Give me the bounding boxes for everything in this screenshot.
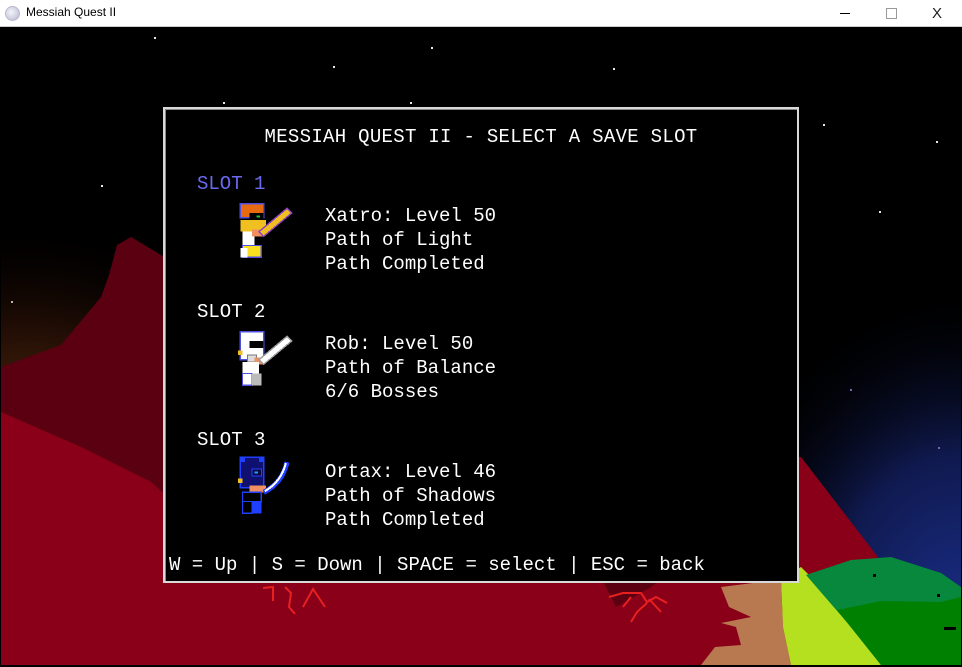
save-slot-1-info[interactable]: Xatro: Level 50 Path of Light Path Compl… <box>325 204 496 276</box>
minimize-button[interactable] <box>822 0 868 27</box>
star <box>11 301 13 303</box>
white-armored-knight-sprite[interactable] <box>231 327 301 397</box>
close-button[interactable]: X <box>914 0 960 27</box>
rock <box>873 574 876 577</box>
window-titlebar[interactable]: Messiah Quest II X <box>0 0 962 27</box>
slot-3-character-level: Ortax: Level 46 <box>325 461 497 483</box>
save-slot-1-label[interactable]: SLOT 1 <box>197 173 265 195</box>
slot-3-path: Path of Shadows <box>325 485 497 507</box>
slot-2-character-level: Rob: Level 50 <box>325 333 474 355</box>
close-icon: X <box>931 5 942 22</box>
star <box>850 389 852 391</box>
controls-hint: W = Up | S = Down | SPACE = select | ESC… <box>169 554 705 576</box>
blue-shadow-warrior-sprite[interactable] <box>231 455 301 525</box>
slot-1-character-level: Xatro: Level 50 <box>325 205 497 227</box>
save-slot-2-info[interactable]: Rob: Level 50 Path of Balance 6/6 Bosses <box>325 332 496 404</box>
gold-armored-warrior-sprite[interactable] <box>231 199 301 269</box>
star <box>613 68 615 70</box>
save-slot-3-info[interactable]: Ortax: Level 46 Path of Shadows Path Com… <box>325 460 496 532</box>
star <box>938 447 940 449</box>
game-canvas[interactable]: MESSIAH QUEST II - SELECT A SAVE SLOT SL… <box>1 27 961 665</box>
maximize-icon <box>885 8 897 19</box>
slot-2-path: Path of Balance <box>325 357 497 379</box>
star <box>333 66 335 68</box>
star <box>936 141 938 143</box>
slot-2-progress: 6/6 Bosses <box>325 381 440 403</box>
maximize-button[interactable] <box>868 0 914 27</box>
moon-app-icon <box>5 6 20 21</box>
star <box>879 211 881 213</box>
star <box>223 102 225 104</box>
slot-1-progress: Path Completed <box>325 253 485 275</box>
save-slot-3-label[interactable]: SLOT 3 <box>197 429 265 451</box>
minimize-icon <box>840 13 850 14</box>
slot-3-progress: Path Completed <box>325 509 485 531</box>
star <box>154 37 156 39</box>
rock <box>944 627 956 630</box>
rock <box>937 594 940 597</box>
slot-1-path: Path of Light <box>325 229 474 251</box>
dialog-heading: MESSIAH QUEST II - SELECT A SAVE SLOT <box>264 126 698 148</box>
star <box>101 185 103 187</box>
save-slot-dialog: MESSIAH QUEST II - SELECT A SAVE SLOT SL… <box>163 107 799 583</box>
star <box>410 102 412 104</box>
window-title: Messiah Quest II <box>26 5 117 19</box>
star <box>823 124 825 126</box>
star <box>431 47 433 49</box>
save-slot-2-label[interactable]: SLOT 2 <box>197 301 265 323</box>
